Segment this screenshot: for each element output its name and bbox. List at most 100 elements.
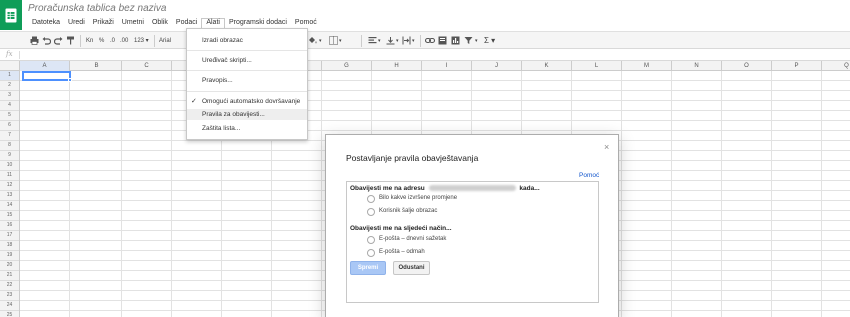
menu-insert[interactable]: Umetni [118,18,148,28]
row-header-16[interactable]: 16 [0,221,19,231]
menu-separator [187,70,307,71]
row-header-17[interactable]: 17 [0,231,19,241]
paint-format-icon[interactable] [66,36,75,46]
selected-cell-a1[interactable] [22,71,71,81]
row-header-22[interactable]: 22 [0,281,19,291]
select-all-corner[interactable] [0,61,20,71]
fill-color-dropdown-icon[interactable]: ▾ [319,36,322,46]
notify-address-suffix: kada... [519,185,540,192]
row-header-14[interactable]: 14 [0,201,19,211]
row-header-20[interactable]: 20 [0,261,19,271]
row-header-1[interactable]: 1 [0,71,19,81]
row-header-12[interactable]: 12 [0,181,19,191]
row-header-8[interactable]: 8 [0,141,19,151]
vertical-align-dropdown-icon[interactable]: ▾ [396,36,399,46]
column-header-h[interactable]: H [372,61,422,71]
align-left-icon[interactable] [368,36,377,46]
borders-icon[interactable] [329,36,338,46]
text-wrap-dropdown-icon[interactable]: ▾ [412,36,415,46]
row-header-6[interactable]: 6 [0,121,19,131]
radio-form-submitted[interactable] [367,208,375,216]
insert-chart-icon[interactable] [451,36,460,46]
increase-decimals-button[interactable]: .00 [120,36,128,46]
column-header-n[interactable]: N [672,61,722,71]
help-link[interactable]: Pomoć [579,172,599,179]
decrease-decimals-button[interactable]: .0 [110,36,115,46]
text-wrap-icon[interactable] [402,36,411,46]
notify-method-heading: Obavijesti me na sljedeći način... [350,225,452,232]
radio-form-submitted-label: Korisnik šalje obrazac [379,208,438,214]
menu-edit[interactable]: Uredi [64,18,89,28]
cancel-button[interactable]: Odustani [393,261,430,275]
column-header-b[interactable]: B [72,61,122,71]
insert-link-icon[interactable] [424,36,436,46]
radio-any-changes[interactable] [367,195,375,203]
menu-data[interactable]: Podaci [172,18,201,28]
menu-item-script-editor[interactable]: Uređivač skripti... [187,55,307,66]
menu-addons[interactable]: Programski dodaci [225,18,291,28]
document-title[interactable]: Proračunska tablica bez naziva [28,3,166,14]
column-header-m[interactable]: M [622,61,672,71]
font-family-dropdown[interactable]: Arial [159,36,171,46]
menu-format[interactable]: Oblik [148,18,172,28]
vertical-align-icon[interactable] [386,36,395,46]
currency-format-button[interactable]: Kn [86,36,93,46]
radio-daily-digest[interactable] [367,236,375,244]
column-header-k[interactable]: K [522,61,572,71]
row-header-25[interactable]: 25 [0,311,19,317]
row-header-9[interactable]: 9 [0,151,19,161]
row-header-13[interactable]: 13 [0,191,19,201]
column-header-g[interactable]: G [322,61,372,71]
row-header-24[interactable]: 24 [0,301,19,311]
menu-help[interactable]: Pomoć [291,18,321,28]
row-header-10[interactable]: 10 [0,161,19,171]
close-icon[interactable]: × [604,142,609,152]
sheets-logo-icon[interactable] [0,0,22,30]
column-header-a[interactable]: A [20,61,70,71]
menu-item-protect-sheet[interactable]: Zaštita lista... [187,123,307,134]
column-header-p[interactable]: P [772,61,822,71]
undo-icon[interactable] [42,36,52,46]
filter-dropdown-icon[interactable]: ▾ [475,36,478,46]
radio-right-away[interactable] [367,249,375,257]
redacted-email [428,185,516,192]
column-header-i[interactable]: I [422,61,472,71]
column-header-o[interactable]: O [722,61,772,71]
row-header-19[interactable]: 19 [0,251,19,261]
menu-tools[interactable]: Alati [201,18,225,28]
column-header-j[interactable]: J [472,61,522,71]
align-dropdown-icon[interactable]: ▾ [378,36,381,46]
column-header-q[interactable]: Q [822,61,850,71]
row-header-23[interactable]: 23 [0,291,19,301]
print-icon[interactable] [30,36,39,46]
menu-item-label: Izradi obrazac [202,37,243,44]
borders-dropdown-icon[interactable]: ▾ [339,36,342,46]
menu-item-create-form[interactable]: Izradi obrazac [187,35,307,46]
toolbar-divider [361,35,362,47]
menu-item-spelling[interactable]: Pravopis... [187,75,307,86]
menu-item-notification-rules[interactable]: Pravila za obavijesti... [187,109,307,120]
column-header-l[interactable]: L [572,61,622,71]
row-header-3[interactable]: 3 [0,91,19,101]
redo-icon[interactable] [53,36,63,46]
row-header-2[interactable]: 2 [0,81,19,91]
save-button[interactable]: Spremi [350,261,386,275]
row-header-5[interactable]: 5 [0,111,19,121]
menu-file[interactable]: Datoteka [28,18,64,28]
menu-view[interactable]: Prikaži [89,18,118,28]
fill-handle[interactable] [68,78,72,82]
fill-color-icon[interactable] [308,36,318,46]
row-header-11[interactable]: 11 [0,171,19,181]
row-header-21[interactable]: 21 [0,271,19,281]
column-header-c[interactable]: C [122,61,172,71]
row-header-7[interactable]: 7 [0,131,19,141]
functions-dropdown[interactable]: Σ ▾ [484,36,495,46]
more-formats-dropdown[interactable]: 123 ▾ [134,36,149,46]
insert-comment-icon[interactable] [438,36,447,46]
percent-format-button[interactable]: % [99,36,104,46]
row-header-4[interactable]: 4 [0,101,19,111]
menu-item-autocomplete[interactable]: ✓ Omogući automatsko dovršavanje [187,96,307,107]
row-header-15[interactable]: 15 [0,211,19,221]
filter-icon[interactable] [464,36,473,46]
row-header-18[interactable]: 18 [0,241,19,251]
